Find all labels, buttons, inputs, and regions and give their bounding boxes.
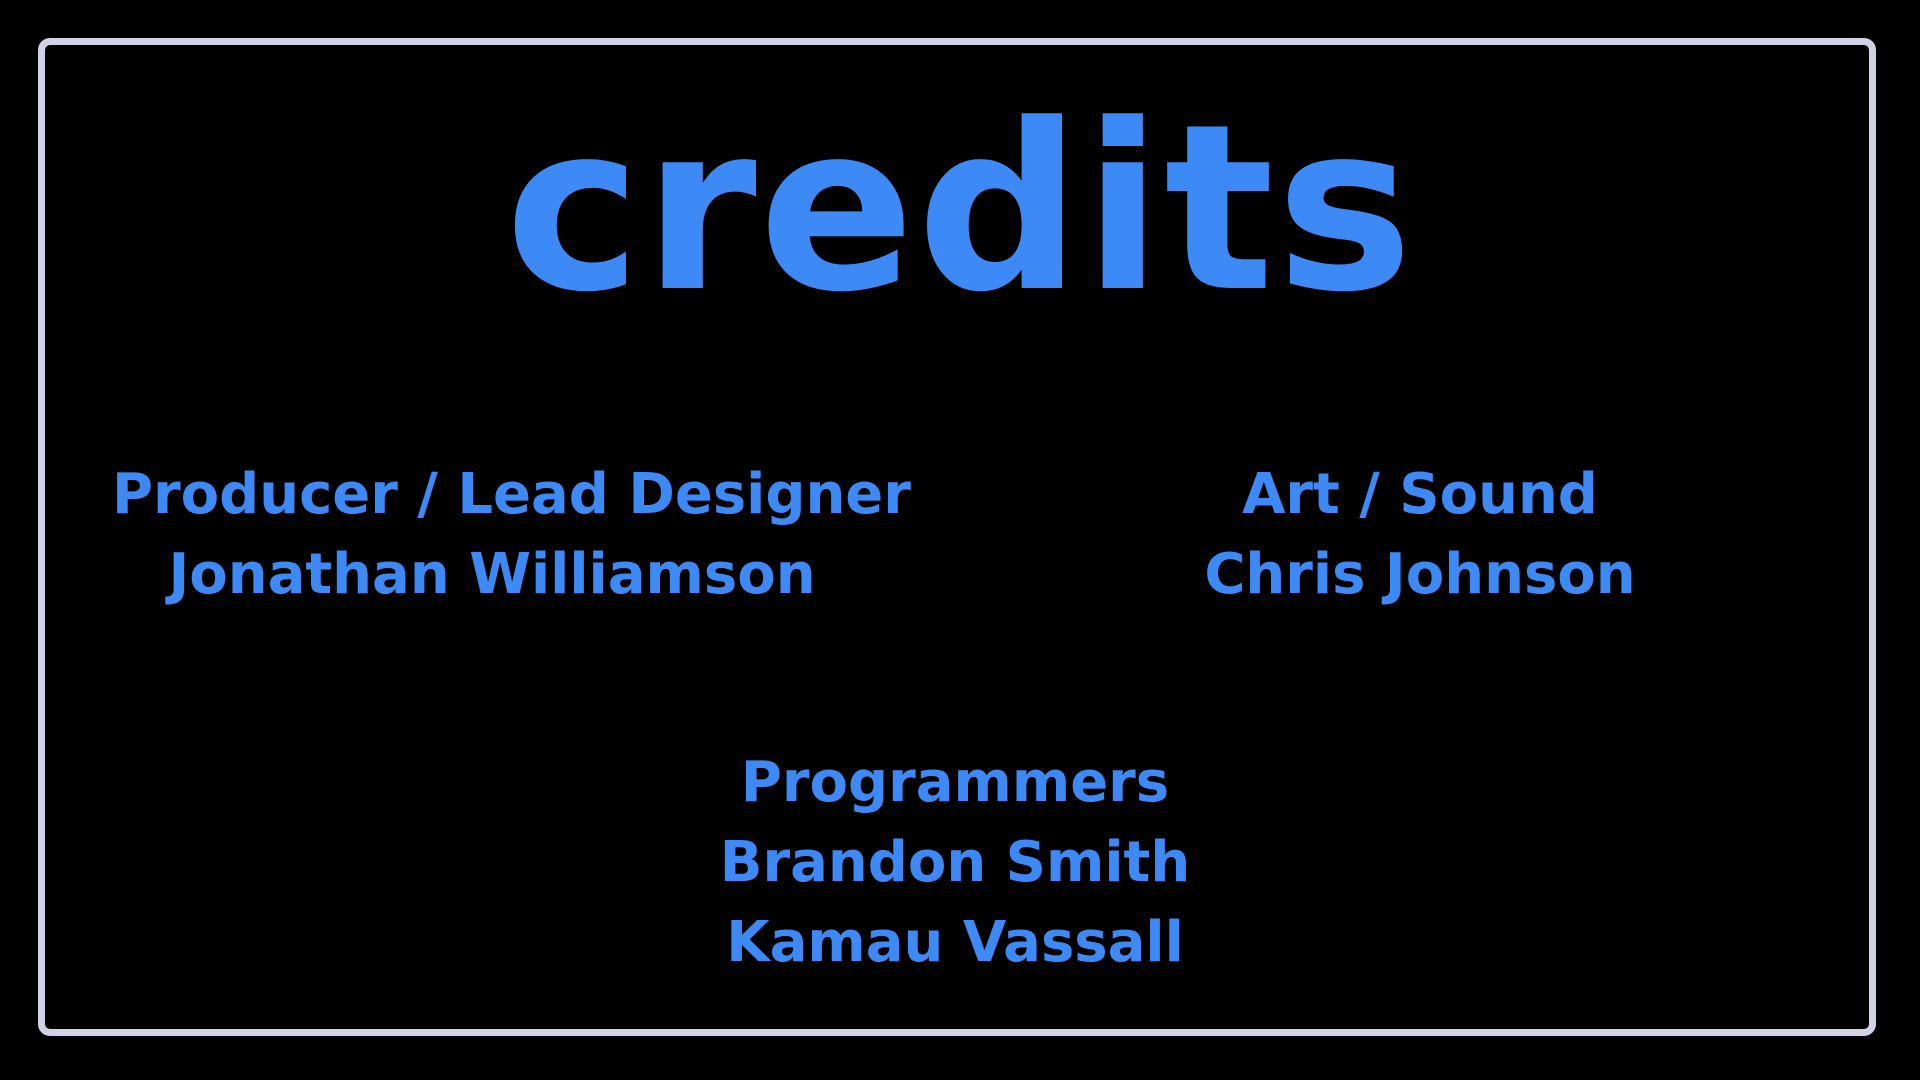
role-label-art-sound: Art / Sound <box>1242 462 1598 527</box>
credit-name: Brandon Smith <box>719 830 1191 895</box>
credit-name: Jonathan Williamson <box>168 542 816 607</box>
credit-block-programmers: Programmers Brandon Smith Kamau Vassall <box>660 743 1250 983</box>
credit-name: Kamau Vassall <box>726 910 1184 975</box>
credits-title: credits <box>504 76 1416 343</box>
credit-name: Chris Johnson <box>1204 542 1636 607</box>
role-label-producer: Producer / Lead Designer <box>112 462 911 527</box>
role-label-programmers: Programmers <box>740 750 1170 815</box>
credit-block-art-sound: Art / Sound Chris Johnson <box>1100 455 1740 615</box>
credit-block-producer: Producer / Lead Designer Jonathan Willia… <box>112 455 911 615</box>
